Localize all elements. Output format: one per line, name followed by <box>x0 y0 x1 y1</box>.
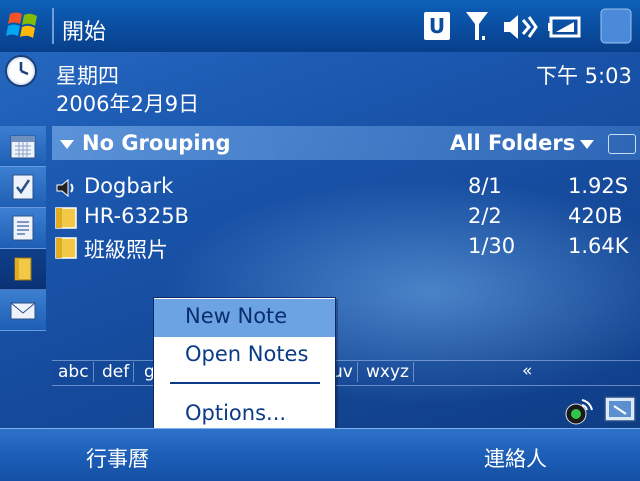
folders-dropdown[interactable]: All Folders <box>450 131 575 155</box>
windows-start-icon[interactable] <box>6 8 42 44</box>
title-separator <box>52 8 54 44</box>
alpha-group-wxyz[interactable]: wxyz <box>362 362 414 382</box>
signal-icon[interactable] <box>464 10 490 44</box>
note-icon <box>55 207 77 229</box>
folders-dropdown-arrow-icon[interactable] <box>580 140 594 149</box>
alpha-group-def[interactable]: def <box>98 362 135 382</box>
weekday-label[interactable]: 星期四 <box>56 60 119 90</box>
sidebar-item-mail[interactable] <box>0 290 46 331</box>
calendar-icon <box>10 135 36 159</box>
sidebar-item-tasks[interactable] <box>0 167 46 208</box>
status-u-icon[interactable]: U <box>424 12 450 40</box>
menu-item-open-notes[interactable]: Open Notes <box>154 337 335 375</box>
view-toggle-icon[interactable] <box>608 134 636 154</box>
grouping-dropdown[interactable]: No Grouping <box>82 131 231 155</box>
item-date: 2/2 <box>468 204 502 228</box>
note-icon <box>55 237 77 259</box>
softkey-right[interactable]: 連絡人 <box>484 443 547 473</box>
menu-item-new-note[interactable]: New Note <box>154 299 335 337</box>
input-panel-icon[interactable] <box>604 396 636 422</box>
clock-icon[interactable] <box>4 54 38 88</box>
recorder-icon[interactable] <box>564 396 594 426</box>
popup-menu: New Note Open Notes Options... <box>153 297 336 439</box>
window-title: 開始 <box>62 20 107 45</box>
speaker-icon[interactable] <box>502 12 538 42</box>
date-label[interactable]: 2006年2月9日 <box>56 88 199 118</box>
close-ok-icon[interactable] <box>600 8 632 44</box>
tasks-icon <box>12 174 34 200</box>
alpha-group-abc[interactable]: abc <box>54 362 94 382</box>
item-size: 420B <box>568 204 623 228</box>
softkey-left[interactable]: 行事曆 <box>86 443 149 473</box>
alpha-more-button[interactable]: « <box>522 361 532 381</box>
grouping-dropdown-arrow-icon[interactable] <box>60 140 74 149</box>
sound-icon <box>56 178 74 198</box>
item-size: 1.64K <box>568 234 629 258</box>
sidebar <box>0 126 46 364</box>
notes-icon <box>12 215 34 241</box>
item-name: 班級照片 <box>84 238 168 262</box>
list-item[interactable]: HR-6325B 2/2 420B <box>52 203 640 233</box>
item-date: 1/30 <box>468 234 516 258</box>
menu-item-label: Open Notes <box>185 342 309 366</box>
item-name: Dogbark <box>84 174 174 198</box>
sidebar-item-folder[interactable] <box>0 249 46 290</box>
item-date: 8/1 <box>468 174 502 198</box>
item-name: HR-6325B <box>84 204 189 228</box>
item-size: 1.92S <box>568 174 629 198</box>
battery-icon[interactable] <box>548 14 582 40</box>
menu-item-label: New Note <box>185 304 288 328</box>
mail-icon <box>10 302 36 320</box>
folder-icon <box>14 257 32 281</box>
sidebar-item-notes[interactable] <box>0 208 46 249</box>
menu-item-label: Options... <box>185 401 287 425</box>
time-label[interactable]: 下午 5:03 <box>536 60 632 90</box>
list-item[interactable]: Dogbark 8/1 1.92S <box>52 173 640 203</box>
sidebar-item-calendar[interactable] <box>0 126 46 167</box>
list-item[interactable]: 班級照片 1/30 1.64K <box>52 233 640 263</box>
menu-separator <box>170 382 320 384</box>
alphabet-bar: abc def g uv wxyz « <box>52 360 640 386</box>
